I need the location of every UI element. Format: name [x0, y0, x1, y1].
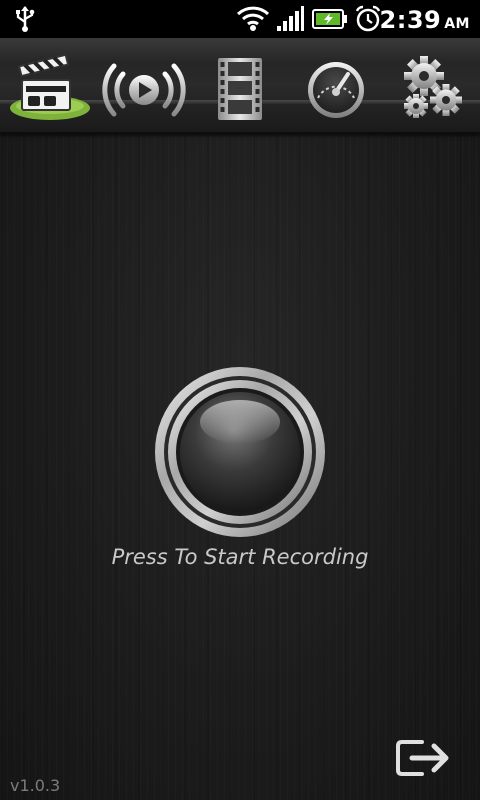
gears-icon: [404, 56, 462, 118]
broadcast-play-icon: [102, 63, 186, 117]
record-instruction-label: Press To Start Recording: [111, 545, 369, 569]
gauge-icon: [308, 62, 364, 118]
tab-record[interactable]: [0, 52, 96, 124]
clapperboard-icon: [10, 53, 90, 120]
tab-settings[interactable]: [384, 52, 480, 124]
signal-icon: [276, 6, 304, 36]
tab-stream[interactable]: [96, 52, 192, 124]
tab-quality[interactable]: [288, 52, 384, 124]
usb-icon: [14, 5, 36, 37]
exit-icon: [396, 740, 449, 776]
status-bar: 2:39 AM: [0, 0, 480, 38]
record-button[interactable]: [154, 366, 326, 538]
wifi-icon: [236, 4, 270, 36]
exit-button[interactable]: [396, 736, 460, 780]
tab-videos[interactable]: [192, 52, 288, 124]
status-clock: 2:39 AM: [379, 6, 470, 34]
battery-charging-icon: [312, 8, 348, 34]
tab-bar: [0, 38, 480, 134]
alarm-icon: [354, 5, 382, 37]
film-strip-icon: [218, 58, 262, 120]
version-label: v1.0.3: [10, 776, 61, 795]
